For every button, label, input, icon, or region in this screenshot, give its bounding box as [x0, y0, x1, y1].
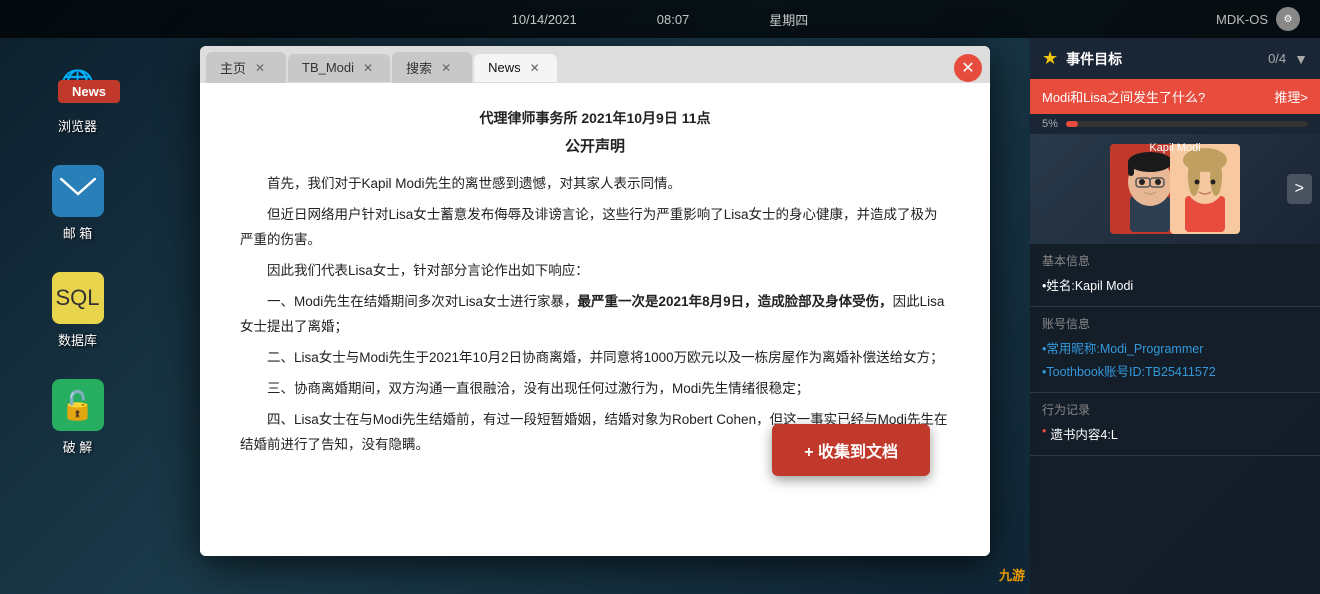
- collect-to-document-button[interactable]: + 收集到文档: [772, 424, 930, 476]
- browser-label: 浏览器: [58, 116, 97, 135]
- sidebar: 🌐 浏览器 邮 箱 SQL 数据库 🔓 破 解: [0, 38, 155, 594]
- profile-name-label: Kapil Modi: [1149, 142, 1200, 154]
- event-header: ★ 事件目标 0/4 ▼: [1030, 38, 1320, 79]
- profile-nav-button[interactable]: >: [1287, 174, 1312, 204]
- email-icon: [52, 165, 104, 217]
- tab-home-label: 主页: [220, 58, 246, 77]
- topbar-day: 星期四: [769, 10, 808, 29]
- article-subtitle: 公开声明: [240, 135, 950, 156]
- article-title-line1: 代理律师事务所 2021年10月9日 11点: [240, 107, 950, 129]
- character-female-portrait: [1170, 144, 1240, 234]
- tab-home[interactable]: 主页 ✕: [206, 52, 286, 83]
- crack-label: 破 解: [63, 437, 93, 456]
- tab-news-close[interactable]: ✕: [527, 60, 543, 76]
- right-panel: ★ 事件目标 0/4 ▼ Modi和Lisa之间发生了什么? 推理> 5% Ka…: [1030, 38, 1320, 594]
- topbar-os: MDK-OS: [1216, 12, 1268, 27]
- progress-text: 5%: [1042, 118, 1058, 130]
- topbar-date: 10/14/2021: [512, 12, 577, 27]
- tab-news[interactable]: News ✕: [474, 54, 557, 82]
- behavior-record-title: 行为记录: [1042, 401, 1308, 418]
- account-info-section: 账号信息 •常用昵称:Modi_Programmer •Toothbook账号I…: [1030, 307, 1320, 393]
- news-badge[interactable]: News: [58, 80, 120, 103]
- sidebar-item-crack[interactable]: 🔓 破 解: [52, 379, 104, 456]
- topbar-time: 08:07: [657, 12, 690, 27]
- deduction-button[interactable]: 推理>: [1274, 87, 1308, 106]
- tab-news-label: News: [488, 60, 521, 75]
- tab-tb-modi-label: TB_Modi: [302, 60, 354, 75]
- crack-icon: 🔓: [52, 379, 104, 431]
- behavior-item-1-text: 遗书内容4:L: [1050, 424, 1117, 443]
- jiuyou-logo: 九游: [999, 565, 1025, 584]
- article-para3: 因此我们代表Lisa女士，针对部分言论作出如下响应：: [240, 259, 950, 284]
- article-para4-bold: 最严重一次是2021年8月9日，造成脸部及身体受伤，: [578, 294, 893, 309]
- browser-modal: 主页 ✕ TB_Modi ✕ 搜索 ✕ News ✕ ✕ 代理律师事务所 202…: [200, 46, 990, 556]
- article-para5: 二、Lisa女士与Modi先生于2021年10月2日协商离婚，并同意将1000万…: [240, 346, 950, 371]
- article-para2: 但近日网络用户针对Lisa女士蓄意发布侮辱及诽谤言论，这些行为严重影响了Lisa…: [240, 203, 950, 253]
- email-label: 邮 箱: [63, 223, 93, 242]
- tab-bar: 主页 ✕ TB_Modi ✕ 搜索 ✕ News ✕ ✕: [200, 46, 990, 83]
- article-para1: 首先，我们对于Kapil Modi先生的离世感到遗憾，对其家人表示同情。: [240, 172, 950, 197]
- topbar-right: MDK-OS ⚙: [1216, 7, 1300, 31]
- basic-info-title: 基本信息: [1042, 252, 1308, 269]
- tab-tb-modi[interactable]: TB_Modi ✕: [288, 54, 390, 82]
- modal-close-button[interactable]: ✕: [954, 54, 982, 82]
- event-star-icon: ★: [1042, 48, 1058, 69]
- article-body: 首先，我们对于Kapil Modi先生的离世感到遗憾，对其家人表示同情。 但近日…: [240, 172, 950, 458]
- tab-home-close[interactable]: ✕: [252, 60, 268, 76]
- behavior-record-section: 行为记录 • 遗书内容4:L: [1030, 393, 1320, 456]
- nickname-text: •常用昵称:Modi_Programmer: [1042, 338, 1203, 357]
- account-toothbook-id: •Toothbook账号ID:TB25411572: [1042, 361, 1308, 380]
- database-icon: SQL: [52, 272, 104, 324]
- event-question-bar: Modi和Lisa之间发生了什么? 推理>: [1030, 79, 1320, 114]
- account-info-title: 账号信息: [1042, 315, 1308, 332]
- behavior-item-1: • 遗书内容4:L: [1042, 424, 1308, 443]
- tab-search-close[interactable]: ✕: [438, 60, 454, 76]
- basic-info-name: •姓名:Kapil Modi: [1042, 275, 1308, 294]
- topbar-logo-icon: ⚙: [1276, 7, 1300, 31]
- profile-area: Kapil Modi: [1030, 134, 1320, 244]
- tab-search-label: 搜索: [406, 58, 432, 77]
- event-count: 0/4: [1268, 51, 1286, 66]
- browser-content-area[interactable]: 代理律师事务所 2021年10月9日 11点 公开声明 首先，我们对于Kapil…: [200, 83, 990, 556]
- event-progress-row: 5%: [1030, 114, 1320, 134]
- account-nickname: •常用昵称:Modi_Programmer: [1042, 338, 1308, 357]
- event-question-text: Modi和Lisa之间发生了什么?: [1042, 87, 1205, 106]
- article-para4: 一、Modi先生在结婚期间多次对Lisa女士进行家暴，最严重一次是2021年8月…: [240, 290, 950, 340]
- progress-bar: [1066, 121, 1308, 127]
- article-para4-prefix: 一、Modi先生在结婚期间多次对Lisa女士进行家暴，: [267, 294, 578, 309]
- sidebar-item-database[interactable]: SQL 数据库: [52, 272, 104, 349]
- bullet-icon: •: [1042, 424, 1046, 443]
- progress-bar-fill: [1066, 121, 1078, 127]
- tab-tb-modi-close[interactable]: ✕: [360, 60, 376, 76]
- topbar: 10/14/2021 08:07 星期四 MDK-OS ⚙: [0, 0, 1320, 38]
- sidebar-item-email[interactable]: 邮 箱: [52, 165, 104, 242]
- name-info-text: •姓名:Kapil Modi: [1042, 275, 1133, 294]
- chevron-down-icon[interactable]: ▼: [1294, 51, 1308, 67]
- toothbook-text: •Toothbook账号ID:TB25411572: [1042, 361, 1216, 380]
- database-label: 数据库: [58, 330, 97, 349]
- article-para6: 三、协商离婚期间，双方沟通一直很融洽，没有出现任何过激行为，Modi先生情绪很稳…: [240, 377, 950, 402]
- tab-search[interactable]: 搜索 ✕: [392, 52, 472, 83]
- basic-info-section: 基本信息 •姓名:Kapil Modi: [1030, 244, 1320, 307]
- event-title: 事件目标: [1066, 49, 1260, 69]
